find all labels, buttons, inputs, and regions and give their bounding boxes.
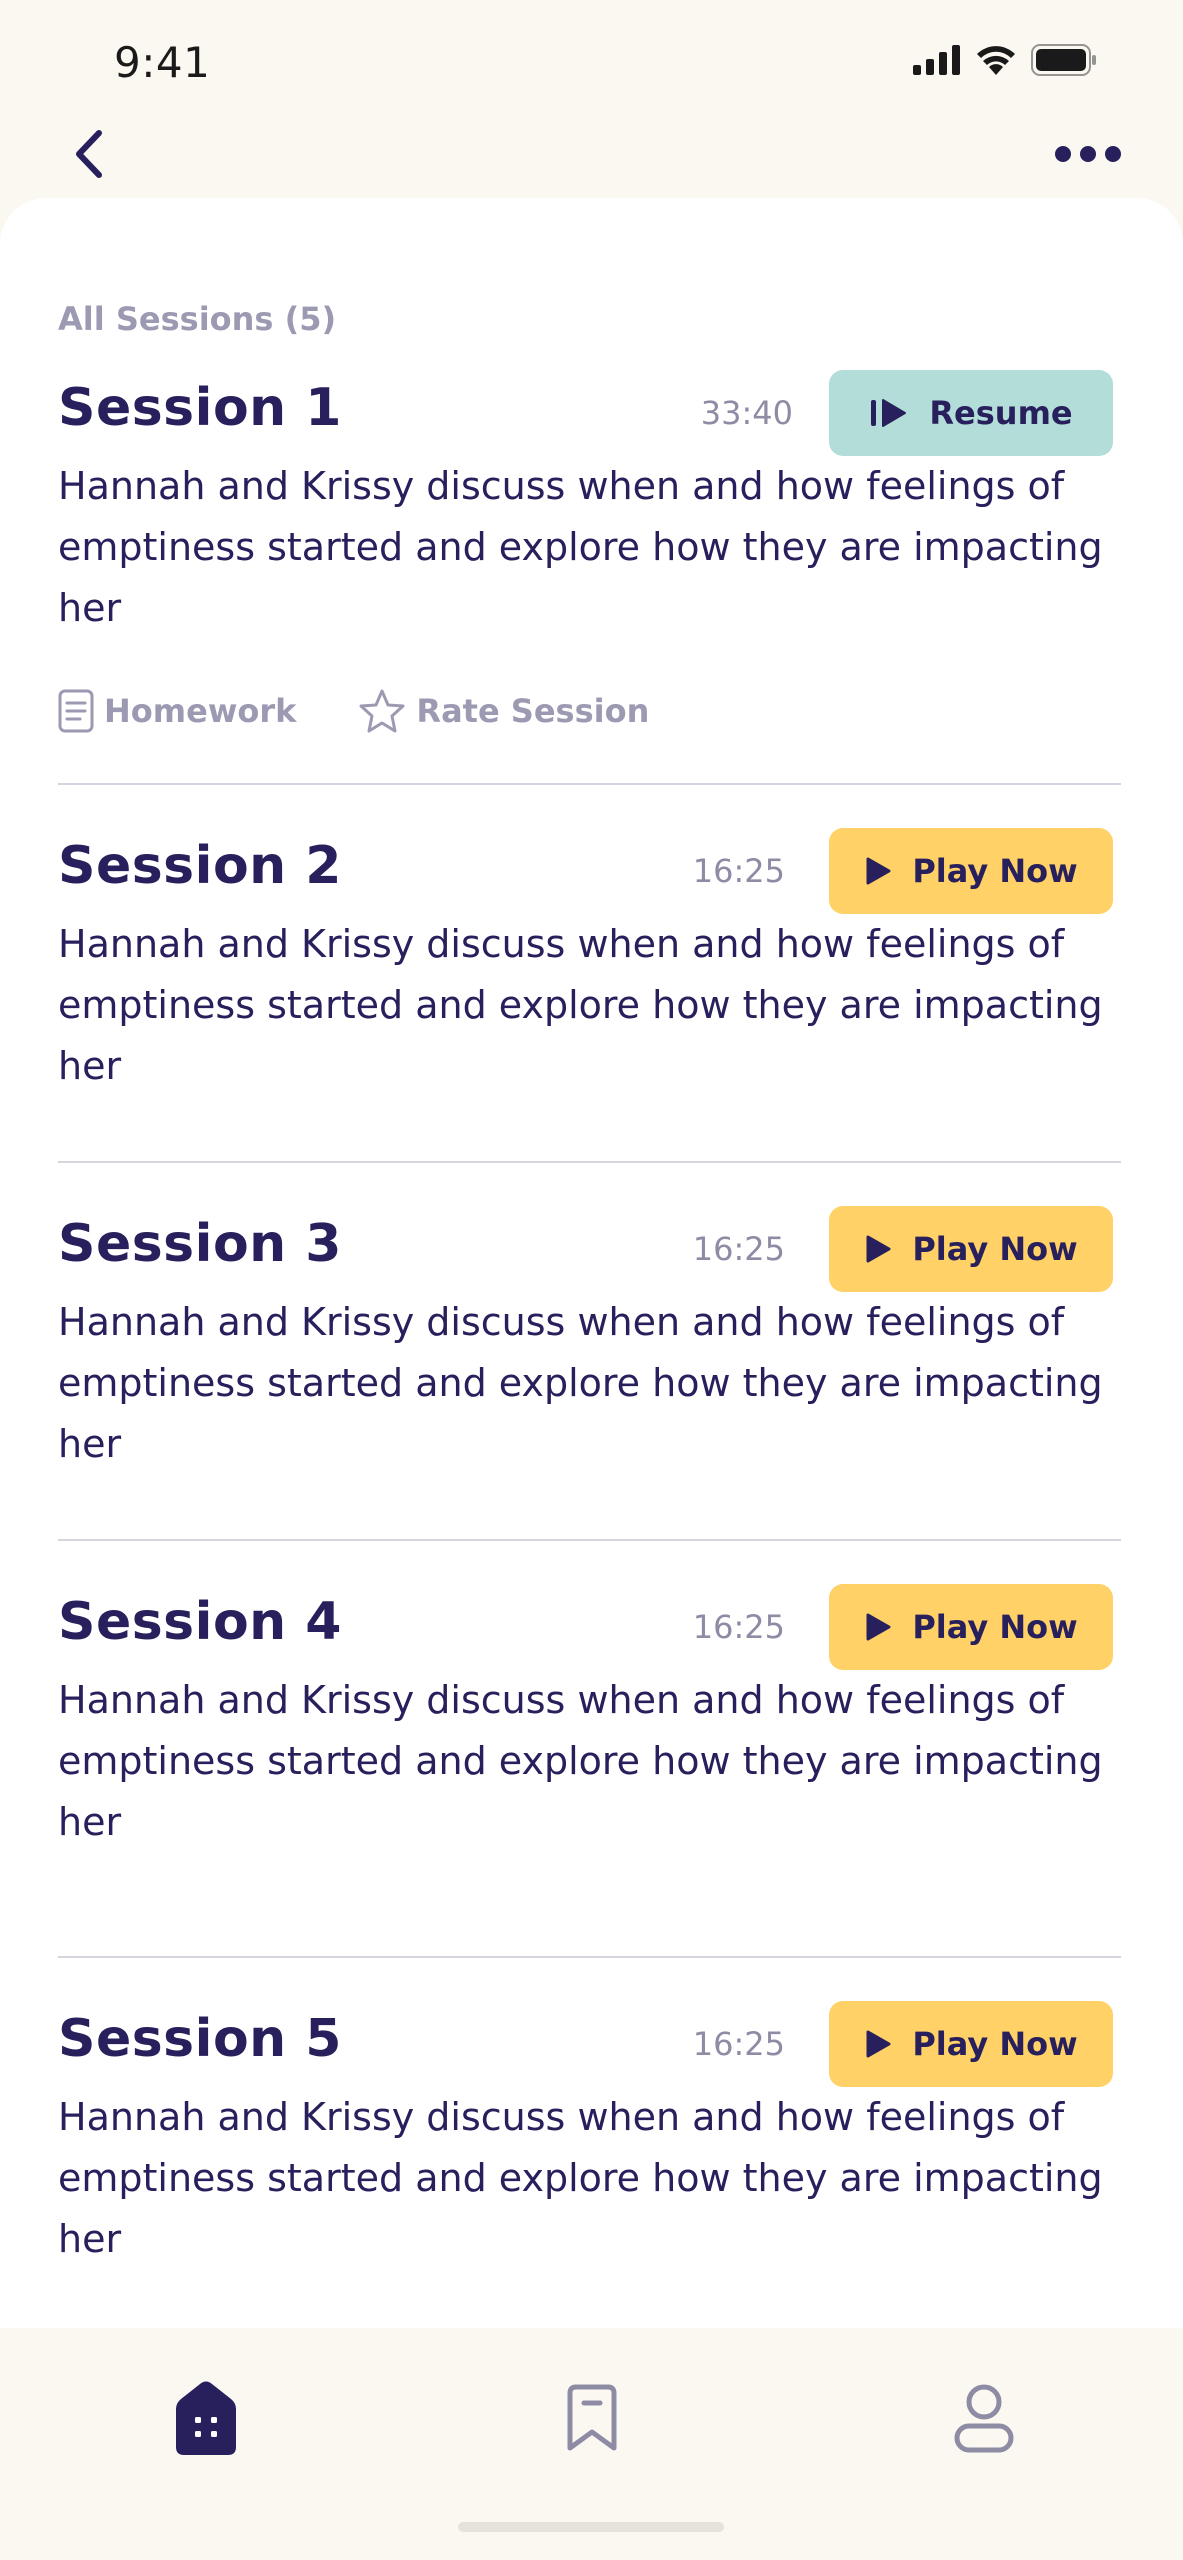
play-icon [866, 857, 891, 885]
cellular-signal-icon [913, 45, 960, 75]
session-item: Session 4 16:25 Play Now Hannah and Kris… [0, 1584, 1183, 1872]
rate-session-button[interactable]: Rate Session [358, 688, 649, 734]
status-bar: 9:41 [0, 0, 1183, 120]
resume-button[interactable]: Resume [829, 370, 1113, 456]
session-title: Session 3 [58, 1214, 342, 1274]
rate-session-label: Rate Session [416, 692, 650, 730]
play-now-button[interactable]: Play Now [829, 2001, 1113, 2087]
session-duration: 33:40 [700, 394, 793, 432]
wifi-icon [977, 46, 1015, 75]
session-item: Session 2 16:25 Play Now Hannah and Kris… [0, 828, 1183, 1116]
play-icon [866, 2030, 891, 2058]
divider [58, 1956, 1121, 1958]
chevron-left-icon [76, 130, 102, 178]
more-options-button[interactable] [1043, 126, 1133, 182]
status-icons [913, 44, 1097, 76]
back-button[interactable] [60, 116, 116, 192]
session-description: Hannah and Krissy discuss when and how f… [58, 1300, 1103, 1466]
session-item: Session 1 33:40 Resume Hannah and Krissy… [0, 370, 1183, 758]
tab-bookmarks[interactable] [552, 2378, 632, 2458]
session-item: Session 3 16:25 Play Now Hannah and Kris… [0, 1206, 1183, 1494]
document-icon [58, 689, 94, 733]
session-title: Session 4 [58, 1592, 342, 1652]
session-item: Session 5 16:25 Play Now Hannah and Kris… [0, 2001, 1183, 2289]
play-now-button[interactable]: Play Now [829, 828, 1113, 914]
play-now-button[interactable]: Play Now [829, 1206, 1113, 1292]
homework-button[interactable]: Homework [58, 689, 296, 733]
session-title: Session 2 [58, 836, 342, 896]
session-actions: Homework Rate Session [58, 688, 649, 734]
more-horizontal-icon [1055, 146, 1121, 162]
home-icon [176, 2381, 236, 2455]
session-description: Hannah and Krissy discuss when and how f… [58, 1678, 1103, 1844]
session-duration: 16:25 [692, 1230, 785, 1268]
star-icon [359, 689, 405, 733]
session-title: Session 1 [58, 378, 342, 438]
session-description: Hannah and Krissy discuss when and how f… [58, 922, 1103, 1088]
bookmark-icon [567, 2384, 617, 2451]
sessions-count-label: All Sessions (5) [58, 300, 337, 338]
resume-icon [871, 399, 907, 427]
resume-button-label: Resume [929, 394, 1073, 432]
tab-profile[interactable] [944, 2378, 1024, 2458]
play-now-label: Play Now [912, 1230, 1078, 1268]
play-now-button[interactable]: Play Now [829, 1584, 1113, 1670]
session-description: Hannah and Krissy discuss when and how f… [58, 464, 1103, 630]
session-description: Hannah and Krissy discuss when and how f… [58, 2095, 1103, 2261]
tab-home[interactable] [166, 2378, 246, 2458]
session-title: Session 5 [58, 2009, 342, 2069]
divider [58, 1539, 1121, 1541]
status-time: 9:41 [114, 38, 211, 87]
play-now-label: Play Now [912, 852, 1078, 890]
session-duration: 16:25 [692, 2025, 785, 2063]
session-duration: 16:25 [692, 852, 785, 890]
divider [58, 783, 1121, 785]
divider [58, 1161, 1121, 1163]
homework-label: Homework [104, 692, 297, 730]
battery-icon [1031, 44, 1096, 76]
play-icon [866, 1235, 891, 1263]
nav-header [0, 110, 1183, 200]
home-indicator [458, 2522, 724, 2532]
session-duration: 16:25 [692, 1608, 785, 1646]
profile-icon [954, 2384, 1014, 2453]
play-now-label: Play Now [912, 1608, 1078, 1646]
play-icon [866, 1613, 891, 1641]
play-now-label: Play Now [912, 2025, 1078, 2063]
